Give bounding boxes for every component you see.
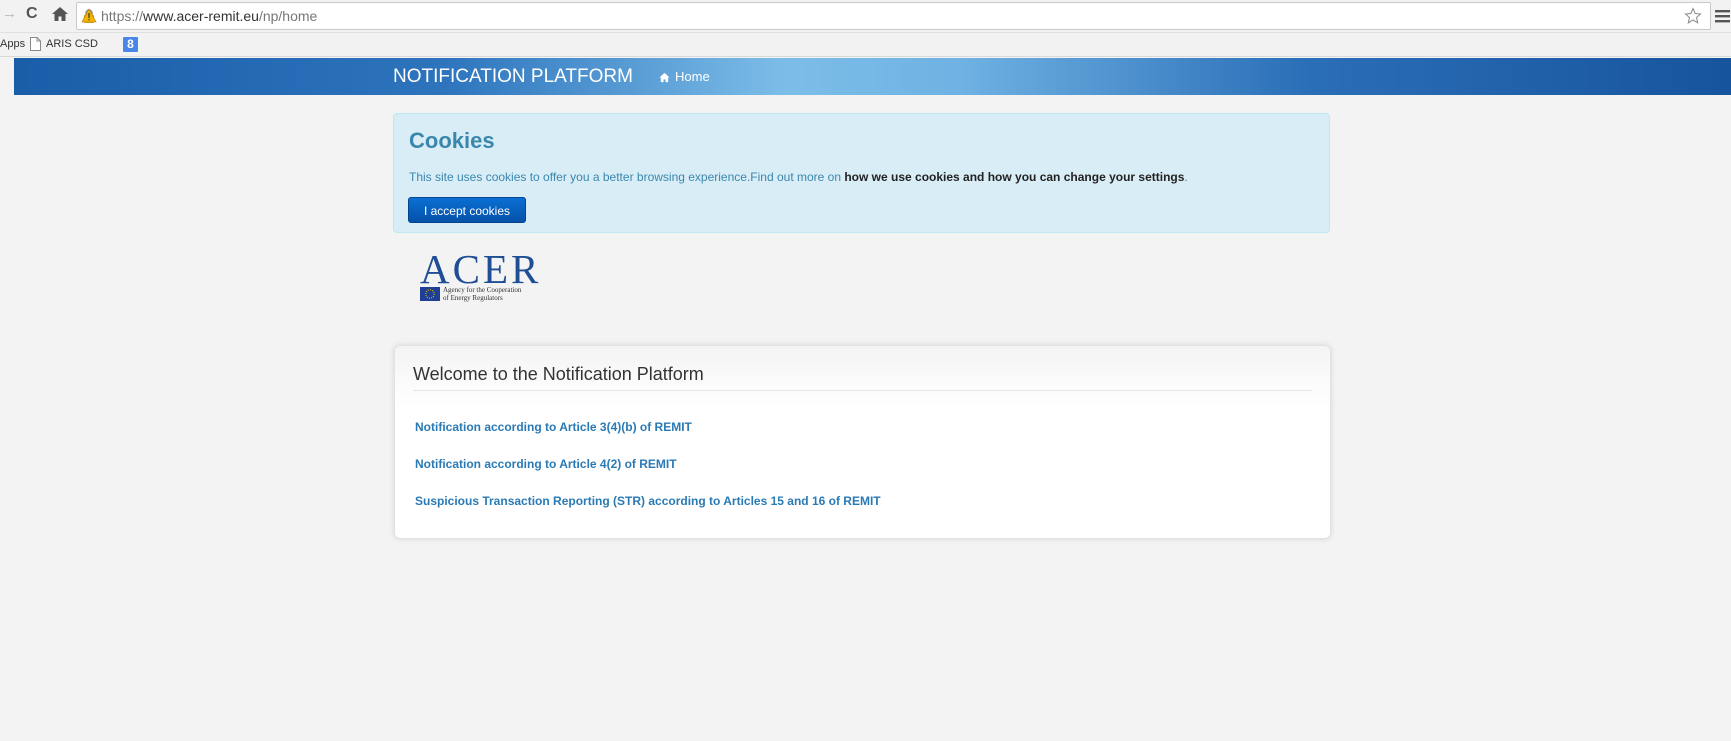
bookmarks-bar: Apps ARIS CSD 8	[0, 33, 1731, 57]
bookmark-apps[interactable]: Apps	[0, 38, 25, 50]
acer-subtitle-line2: of Energy Regulators	[443, 294, 503, 302]
welcome-panel: Welcome to the Notification Platform Not…	[394, 345, 1331, 539]
navbar-brand[interactable]: NOTIFICATION PLATFORM	[393, 66, 633, 88]
browser-toolbar: → C https://www.acer-remit.eu/np/home	[0, 0, 1731, 33]
document-icon	[30, 37, 41, 51]
bookmark-aris-csd[interactable]: ARIS CSD	[30, 37, 98, 51]
url-text: https://www.acer-remit.eu/np/home	[101, 8, 317, 24]
hamburger-menu-icon[interactable]	[1714, 8, 1731, 24]
link-article-4-2[interactable]: Notification according to Article 4(2) o…	[415, 457, 677, 472]
cookie-message: This site uses cookies to offer you a be…	[409, 170, 1188, 185]
cookie-message-text: This site uses cookies to offer you a be…	[409, 170, 845, 184]
welcome-title: Welcome to the Notification Platform	[413, 364, 704, 384]
bookmark-aris-label: ARIS CSD	[46, 38, 98, 50]
forward-arrow-icon[interactable]: →	[2, 6, 18, 22]
home-icon[interactable]	[51, 5, 69, 23]
link-article-3-4-b[interactable]: Notification according to Article 3(4)(b…	[415, 420, 692, 435]
cookie-title: Cookies	[409, 128, 495, 153]
cookie-message-end: .	[1184, 170, 1188, 184]
welcome-divider	[413, 390, 1312, 391]
address-bar[interactable]: https://www.acer-remit.eu/np/home	[76, 2, 1711, 30]
url-host: www.acer-remit.eu	[143, 8, 259, 24]
url-path: /np/home	[258, 8, 318, 24]
nav-home-label: Home	[675, 69, 710, 84]
eu-flag-icon	[420, 287, 440, 301]
acer-subtitle-line1: Agency for the Cooperation	[443, 286, 522, 294]
reload-icon[interactable]: C	[26, 5, 42, 23]
url-scheme: https://	[101, 8, 144, 24]
star-icon[interactable]	[1684, 7, 1702, 25]
cookie-policy-link[interactable]: how we use cookies and how you can chang…	[844, 170, 1184, 184]
google-icon[interactable]: 8	[123, 37, 138, 52]
cookie-alert: Cookies This site uses cookies to offer …	[393, 113, 1330, 233]
site-navbar: NOTIFICATION PLATFORM Home	[14, 58, 1731, 95]
acer-subtitle: Agency for the Cooperation of Energy Reg…	[443, 286, 558, 302]
nav-home-link[interactable]: Home	[659, 69, 710, 85]
link-str-articles-15-16[interactable]: Suspicious Transaction Reporting (STR) a…	[415, 494, 881, 509]
home-icon	[659, 72, 670, 82]
acer-logo: ACER Agency for the Cooperation of Energ…	[419, 247, 554, 309]
accept-cookies-button[interactable]: I accept cookies	[408, 197, 526, 223]
acer-wordmark: ACER	[420, 246, 542, 292]
lock-warning-icon	[81, 8, 97, 24]
